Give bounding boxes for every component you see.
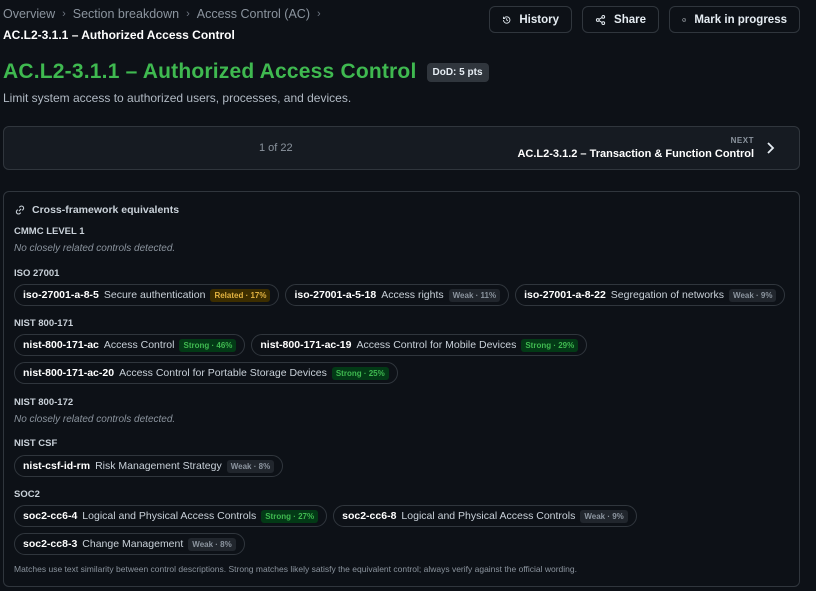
chip-name: Access Control for Mobile Devices	[356, 339, 517, 351]
breadcrumb-access-control[interactable]: Access Control (AC)	[197, 7, 310, 21]
match-badge: Weak · 8%	[226, 459, 275, 473]
top-actions: History Share Mark in progress	[489, 6, 800, 33]
history-icon	[503, 15, 511, 24]
cross-framework-heading: Cross-framework equivalents	[14, 204, 179, 216]
share-button[interactable]: Share	[582, 6, 659, 33]
breadcrumb: Overview › Section breakdown › Access Co…	[3, 7, 328, 21]
next-control-link[interactable]: NEXT AC.L2-3.1.2 – Transaction & Functio…	[517, 136, 754, 160]
chip-id: nist-800-171-ac-20	[23, 367, 115, 379]
check-circle-icon	[682, 17, 686, 22]
chip-name: Access Control for Portable Storage Devi…	[119, 367, 327, 379]
framework-label-iso-27001: ISO 27001	[14, 268, 60, 279]
chip-id: iso-27001-a-8-22	[524, 289, 606, 301]
control-pager: 1 of 22 NEXT AC.L2-3.1.2 – Transaction &…	[3, 126, 800, 170]
chip-name: Secure authentication	[103, 289, 206, 301]
chip-name: Risk Management Strategy	[95, 460, 222, 472]
chip-row: iso-27001-a-8-5 Secure authentication Re…	[14, 284, 786, 306]
next-label: NEXT	[730, 136, 754, 145]
match-badge: Weak · 9%	[729, 288, 777, 302]
chevron-right-icon[interactable]	[763, 140, 777, 156]
chip-name: Segregation of networks	[610, 289, 725, 301]
framework-label-nist-800-172: NIST 800-172	[14, 397, 74, 408]
similarity-footnote: Matches use text similarity between cont…	[14, 564, 577, 574]
link-icon	[15, 205, 25, 215]
match-badge: Strong · 27%	[261, 509, 319, 523]
next-control-title: AC.L2-3.1.2 – Transaction & Function Con…	[517, 148, 754, 160]
framework-label-soc2: SOC2	[14, 489, 40, 500]
chip-id: iso-27001-a-8-5	[23, 289, 99, 301]
empty-state: No closely related controls detected.	[14, 414, 176, 425]
chip-row: nist-800-171-ac Access Control Strong · …	[14, 334, 588, 356]
chip-name: Access Control	[103, 339, 175, 351]
framework-label-cmmc-level-1: CMMC LEVEL 1	[14, 226, 85, 237]
cross-framework-title: Cross-framework equivalents	[32, 204, 180, 216]
page-subtitle: Limit system access to authorized users,…	[3, 91, 352, 105]
match-badge: Related · 17%	[210, 288, 271, 302]
breadcrumb-current: AC.L2-3.1.1 – Authorized Access Control	[3, 28, 235, 42]
framework-label-nist-csf: NIST CSF	[14, 438, 58, 449]
control-chip[interactable]: soc2-cc8-3 Change Management Weak · 8%	[14, 533, 245, 555]
match-badge: Weak · 9%	[580, 509, 628, 523]
title-row: AC.L2-3.1.1 – Authorized Access Control …	[3, 60, 489, 84]
match-badge: Strong · 25%	[331, 366, 389, 380]
match-badge: Weak · 8%	[188, 537, 236, 551]
page-title: AC.L2-3.1.1 – Authorized Access Control	[3, 60, 417, 83]
chip-id: soc2-cc6-4	[23, 510, 78, 522]
cross-framework-panel: Cross-framework equivalents CMMC LEVEL 1…	[3, 191, 800, 587]
chevron-right-icon: ›	[186, 8, 190, 20]
chip-id: nist-800-171-ac	[23, 339, 99, 351]
chip-id: nist-800-171-ac-19	[260, 339, 352, 351]
control-chip[interactable]: nist-800-171-ac Access Control Strong · …	[14, 334, 246, 356]
chevron-right-icon: ›	[62, 8, 66, 20]
chip-name: Change Management	[82, 538, 184, 550]
chip-name: Access rights	[381, 289, 444, 301]
chip-id: soc2-cc8-3	[23, 538, 78, 550]
chip-row: soc2-cc6-4 Logical and Physical Access C…	[14, 505, 637, 527]
breadcrumb-overview[interactable]: Overview	[3, 7, 55, 21]
control-chip[interactable]: soc2-cc6-8 Logical and Physical Access C…	[333, 505, 637, 527]
control-chip[interactable]: iso-27001-a-8-22 Segregation of networks…	[515, 284, 786, 306]
match-badge: Strong · 46%	[179, 338, 237, 352]
dod-points-badge: DoD: 5 pts	[426, 62, 489, 82]
match-badge: Strong · 29%	[521, 338, 579, 352]
chevron-right-icon: ›	[317, 8, 321, 20]
mark-in-progress-label: Mark in progress	[694, 13, 787, 26]
chip-id: iso-27001-a-5-18	[294, 289, 377, 301]
chip-name: Logical and Physical Access Controls	[401, 510, 576, 522]
history-button[interactable]: History	[489, 6, 572, 33]
chip-name: Logical and Physical Access Controls	[82, 510, 257, 522]
chip-id: soc2-cc6-8	[342, 510, 397, 522]
mark-in-progress-button[interactable]: Mark in progress	[669, 6, 800, 33]
control-chip[interactable]: iso-27001-a-5-18 Access rights Weak · 11…	[285, 284, 510, 306]
history-label: History	[519, 13, 559, 26]
chip-row: nist-csf-id-rm Risk Management Strategy …	[14, 455, 284, 477]
pager-count: 1 of 22	[259, 142, 293, 154]
chip-row: soc2-cc8-3 Change Management Weak · 8%	[14, 533, 245, 555]
control-chip[interactable]: nist-800-171-ac-20 Access Control for Po…	[14, 362, 398, 384]
empty-state: No closely related controls detected.	[14, 243, 176, 254]
breadcrumb-section-breakdown[interactable]: Section breakdown	[73, 7, 179, 21]
match-badge: Weak · 11%	[448, 288, 501, 302]
control-chip[interactable]: nist-csf-id-rm Risk Management Strategy …	[14, 455, 284, 477]
chip-row: nist-800-171-ac-20 Access Control for Po…	[14, 362, 398, 384]
framework-label-nist-800-171: NIST 800-171	[14, 318, 74, 329]
control-chip[interactable]: nist-800-171-ac-19 Access Control for Mo…	[251, 334, 588, 356]
control-chip[interactable]: soc2-cc6-4 Logical and Physical Access C…	[14, 505, 328, 527]
share-label: Share	[614, 13, 646, 26]
share-icon	[595, 14, 606, 25]
control-chip[interactable]: iso-27001-a-8-5 Secure authentication Re…	[14, 284, 280, 306]
chip-id: nist-csf-id-rm	[23, 460, 91, 472]
